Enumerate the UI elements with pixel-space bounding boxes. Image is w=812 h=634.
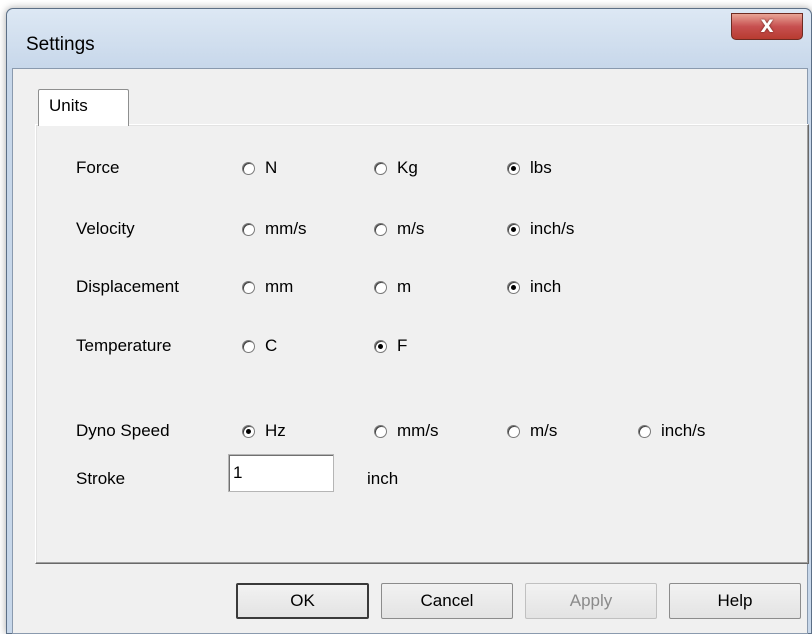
velocity-radio-mm-s[interactable]: mm/s <box>242 218 307 240</box>
radio-circle <box>242 161 255 175</box>
radio-label: m <box>397 277 412 296</box>
radio-circle-selected <box>507 280 520 294</box>
radio-label: inch/s <box>530 219 575 238</box>
stroke-label: Stroke <box>76 469 126 488</box>
force-radio-lbs[interactable]: lbs <box>507 157 552 179</box>
stroke-input[interactable] <box>228 454 334 492</box>
ok-button[interactable]: OK <box>236 583 369 619</box>
radio-label: m/s <box>397 219 425 238</box>
radio-circle-selected <box>374 339 387 353</box>
radio-label: inch <box>530 277 562 296</box>
apply-button[interactable]: Apply <box>525 583 657 619</box>
radio-label: mm <box>265 277 294 296</box>
close-button[interactable]: X <box>731 13 803 40</box>
stroke-unit-label: inch <box>367 469 399 488</box>
force-radio-kg[interactable]: Kg <box>374 157 418 179</box>
radio-circle <box>374 424 387 438</box>
displacement-radio-inch[interactable]: inch <box>507 276 561 298</box>
radio-label: C <box>265 336 278 355</box>
dyno-speed-radio-mm-s[interactable]: mm/s <box>374 420 439 442</box>
temperature-radio-c[interactable]: C <box>242 335 277 357</box>
radio-circle <box>374 222 387 236</box>
radio-label: Hz <box>265 421 286 440</box>
velocity-label: Velocity <box>76 219 135 238</box>
radio-label: m/s <box>530 421 558 440</box>
radio-label: lbs <box>530 158 552 177</box>
force-label: Force <box>76 158 120 177</box>
radio-circle <box>507 424 520 438</box>
displacement-radio-m[interactable]: m <box>374 276 411 298</box>
dyno-speed-radio-hz[interactable]: Hz <box>242 420 286 442</box>
radio-circle-selected <box>507 222 520 236</box>
radio-label: inch/s <box>661 421 706 440</box>
radio-circle-selected <box>507 161 520 175</box>
radio-label: Kg <box>397 158 418 177</box>
radio-circle <box>374 161 387 175</box>
radio-circle <box>242 222 255 236</box>
radio-circle <box>242 339 255 353</box>
dyno-speed-radio-inch-s[interactable]: inch/s <box>638 420 705 442</box>
window-title: Settings <box>26 34 95 55</box>
cancel-button[interactable]: Cancel <box>381 583 513 619</box>
radio-circle <box>242 280 255 294</box>
radio-circle <box>374 280 387 294</box>
title-bar[interactable]: Settings X <box>7 9 811 69</box>
close-icon: X <box>760 16 774 37</box>
force-radio-n[interactable]: N <box>242 157 277 179</box>
tab-units[interactable]: Units <box>38 89 129 126</box>
displacement-label: Displacement <box>76 277 179 296</box>
radio-circle <box>638 424 651 438</box>
velocity-radio-m-s[interactable]: m/s <box>374 218 424 240</box>
temperature-label: Temperature <box>76 336 172 355</box>
radio-label: mm/s <box>265 219 307 238</box>
dyno-speed-label: Dyno Speed <box>76 421 170 440</box>
settings-window: Settings X Units Force N Kg lbs Velocity… <box>6 8 812 634</box>
dialog-client-area: Units Force N Kg lbs Velocity mm/s m/s i… <box>12 68 809 634</box>
radio-circle-selected <box>242 424 255 438</box>
displacement-radio-mm[interactable]: mm <box>242 276 293 298</box>
velocity-radio-inch-s[interactable]: inch/s <box>507 218 574 240</box>
radio-label: N <box>265 158 278 177</box>
dyno-speed-radio-m-s[interactable]: m/s <box>507 420 557 442</box>
help-button[interactable]: Help <box>669 583 801 619</box>
radio-label: F <box>397 336 408 355</box>
temperature-radio-f[interactable]: F <box>374 335 407 357</box>
radio-label: mm/s <box>397 421 439 440</box>
